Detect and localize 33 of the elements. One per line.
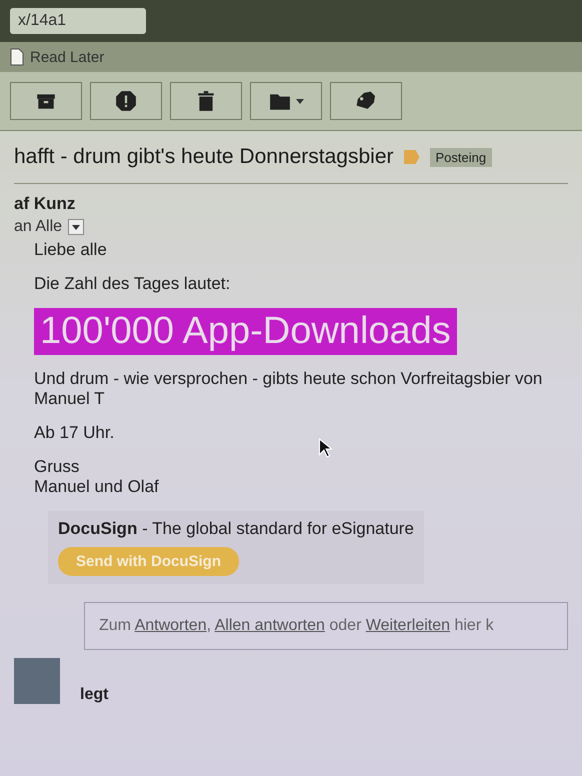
cursor-icon	[318, 438, 332, 458]
move-button[interactable]	[250, 82, 322, 120]
label-chip[interactable]: Posteing	[430, 148, 492, 166]
importance-marker-icon[interactable]	[404, 150, 420, 164]
exclamation-icon	[115, 90, 137, 112]
details-dropdown[interactable]	[68, 219, 84, 235]
tagline-text: DocuSign - The global standard for eSignature	[58, 519, 414, 539]
caret-icon	[296, 98, 304, 104]
reply-link[interactable]: Antworten	[134, 617, 207, 634]
recipients: an Alle	[14, 218, 62, 236]
reply-link[interactable]: Allen antworten	[214, 617, 325, 634]
highlighted-text: 100'000 App-Downloads	[34, 308, 457, 355]
address-bar[interactable]: x/14a1	[10, 8, 146, 34]
body-text: Die Zahl des Tages lautet:	[34, 274, 230, 294]
reply-box[interactable]: Zum Antworten, Allen antworten oder Weiterleiten hier k	[84, 602, 568, 650]
body-text: Manuel und Olaf	[34, 477, 159, 497]
sender-name: af Kunz	[14, 194, 76, 214]
body-text: Liebe alle	[34, 240, 107, 260]
page-icon	[10, 48, 24, 66]
caret-icon	[72, 224, 80, 230]
footer-text: legt	[80, 686, 108, 704]
bookmark-item[interactable]: Read Later	[10, 48, 104, 66]
body-text: Gruss	[34, 457, 80, 477]
spam-button[interactable]	[90, 82, 162, 120]
reply-link[interactable]: Weiterleiten	[366, 617, 450, 634]
photo-placeholder	[14, 658, 60, 704]
reply-hint: Zum Antworten, Allen antworten oder Weiterleiten hier k	[99, 617, 494, 634]
body-text: Ab 17 Uhr.	[34, 423, 114, 443]
delete-button[interactable]	[170, 82, 242, 120]
body-text: Und drum - wie versprochen - gibts heute schon Vorfreitagsbier von Manuel T	[34, 369, 544, 409]
label-button[interactable]	[330, 82, 402, 120]
email-subject: hafft - drum gibt's heute Donnerstagsbier	[14, 145, 394, 169]
archive-button[interactable]	[10, 82, 82, 120]
